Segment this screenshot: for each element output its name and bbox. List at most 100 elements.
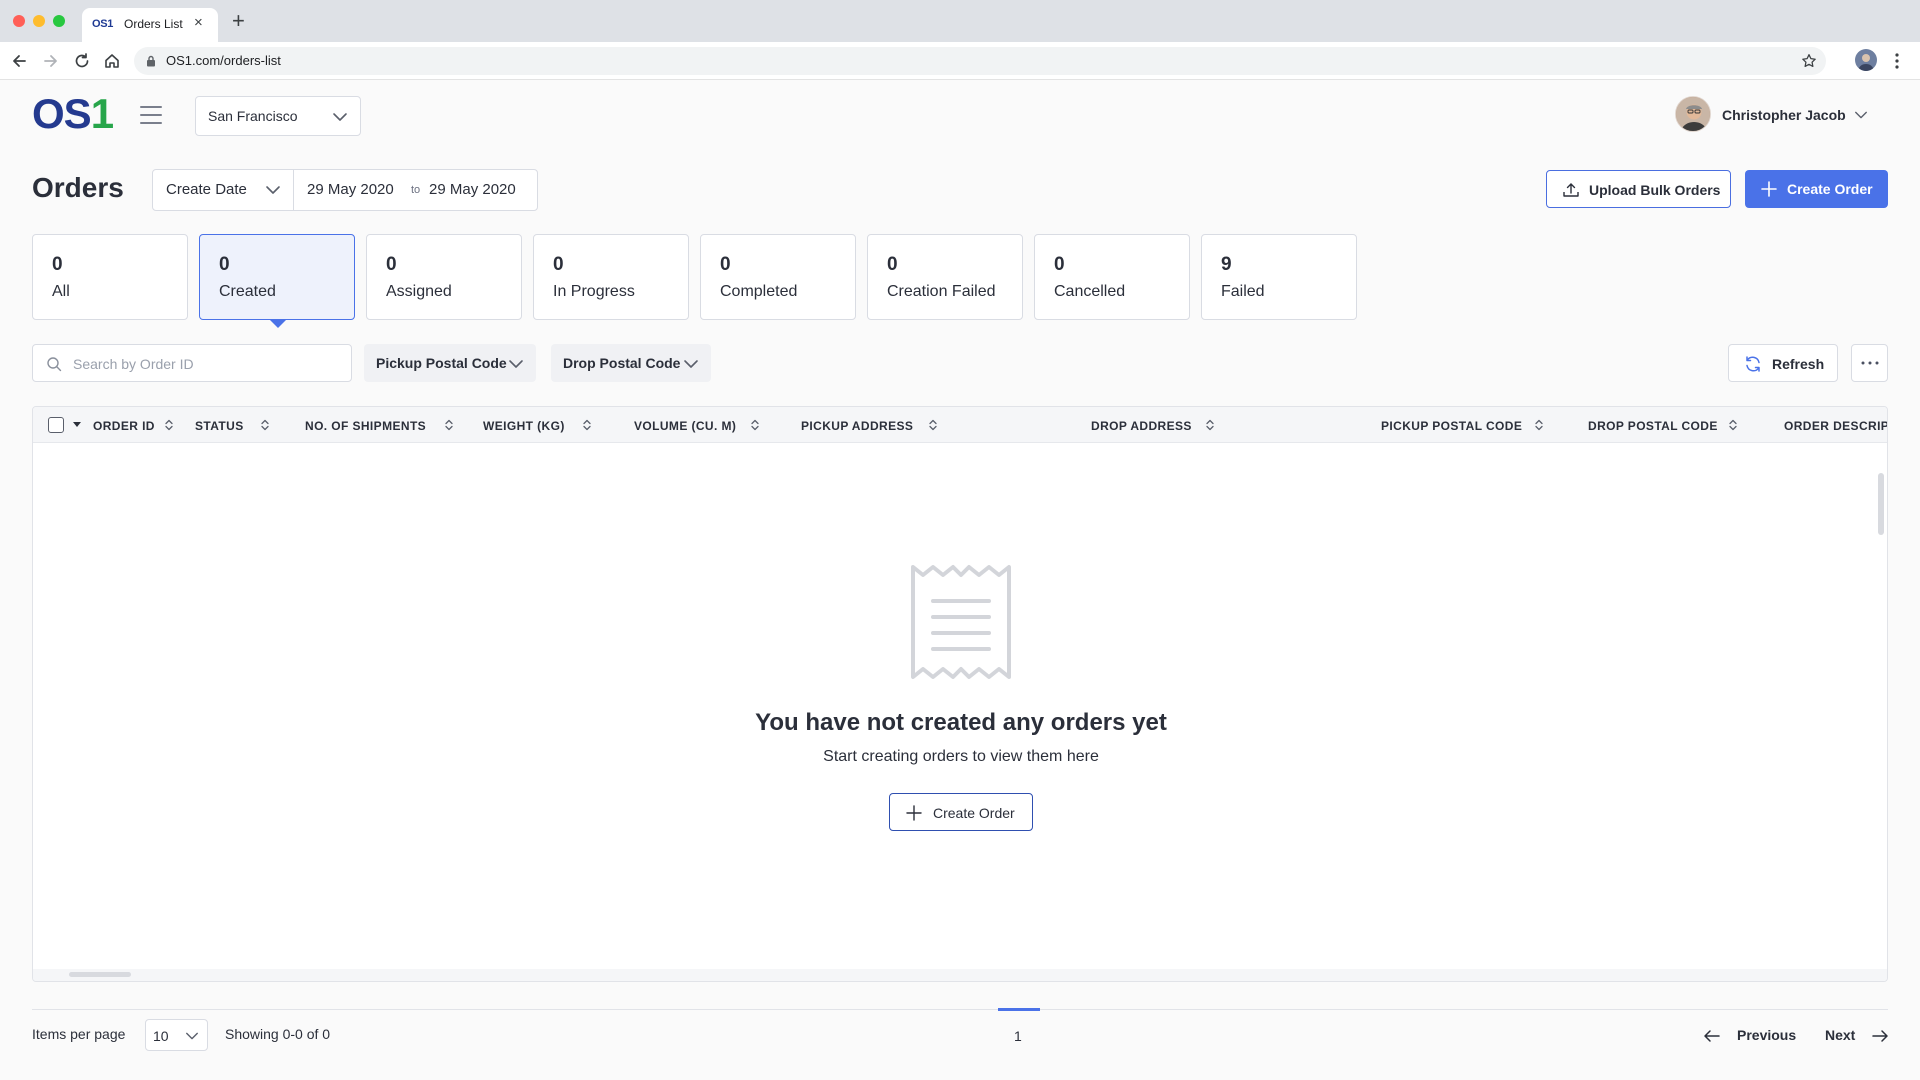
browser-menu-icon[interactable] — [1894, 51, 1900, 71]
date-from[interactable]: 29 May 2020 — [307, 181, 394, 198]
create-order-label: Create Order — [1787, 181, 1873, 197]
close-window-button[interactable] — [13, 15, 25, 27]
browser-tab[interactable]: OS1 Orders List × — [82, 8, 218, 42]
horizontal-scroll-track — [33, 969, 1887, 981]
user-menu-chevron-icon[interactable] — [1854, 108, 1868, 122]
empty-receipt-icon — [911, 565, 1011, 679]
table-header: ORDER ID STATUS NO. OF SHIPMENTS WEIGHT … — [33, 407, 1887, 443]
status-label: Created — [219, 283, 276, 300]
status-card-all[interactable]: 0 All — [32, 234, 188, 320]
status-card-created[interactable]: 0 Created — [199, 234, 355, 320]
active-page-indicator — [998, 1008, 1040, 1011]
sort-icon[interactable] — [928, 418, 938, 432]
status-card-completed[interactable]: 0 Completed — [700, 234, 856, 320]
sort-icon[interactable] — [164, 418, 174, 432]
search-input[interactable] — [73, 354, 343, 374]
search-icon — [47, 357, 62, 372]
sort-icon[interactable] — [750, 418, 760, 432]
plus-icon — [1761, 181, 1777, 197]
chevron-down-icon — [684, 360, 698, 368]
drop-postal-code-filter[interactable]: Drop Postal Code — [551, 344, 711, 382]
page-title: Orders — [32, 172, 124, 203]
empty-create-order-button[interactable]: Create Order — [889, 793, 1033, 831]
column-header-pickup-postal-code[interactable]: PICKUP POSTAL CODE — [1381, 419, 1522, 433]
items-per-page-value: 10 — [153, 1028, 169, 1044]
back-icon[interactable] — [10, 51, 30, 71]
tab-close-icon[interactable]: × — [194, 15, 203, 31]
status-card-assigned[interactable]: 0 Assigned — [366, 234, 522, 320]
more-horizontal-icon — [1861, 361, 1879, 365]
status-count: 0 — [52, 254, 63, 275]
vertical-scrollbar[interactable] — [1878, 473, 1884, 535]
column-header-status[interactable]: STATUS — [195, 419, 244, 433]
sort-icon[interactable] — [1205, 418, 1215, 432]
status-card-in-progress[interactable]: 0 In Progress — [533, 234, 689, 320]
select-options-caret-icon[interactable] — [73, 422, 81, 427]
drop-postal-code-label: Drop Postal Code — [563, 355, 681, 371]
horizontal-scrollbar[interactable] — [69, 972, 131, 977]
page-number-1[interactable]: 1 — [1014, 1028, 1022, 1044]
user-name[interactable]: Christopher Jacob — [1722, 107, 1846, 123]
user-avatar[interactable] — [1675, 96, 1711, 132]
address-bar[interactable]: OS1.com/orders-list — [134, 47, 1826, 75]
upload-bulk-orders-button[interactable]: Upload Bulk Orders — [1546, 170, 1731, 208]
status-count: 0 — [1054, 254, 1065, 275]
date-type-select[interactable]: Create Date — [153, 170, 294, 210]
orders-table: ORDER ID STATUS NO. OF SHIPMENTS WEIGHT … — [32, 406, 1888, 982]
reload-icon[interactable] — [72, 51, 92, 71]
status-label: Failed — [1221, 283, 1265, 300]
column-header-drop-address[interactable]: DROP ADDRESS — [1091, 419, 1192, 433]
plus-icon — [906, 805, 922, 821]
home-icon[interactable] — [102, 51, 122, 71]
status-count: 0 — [219, 254, 230, 275]
sort-icon[interactable] — [582, 418, 592, 432]
os1-logo[interactable]: OS1 — [32, 91, 114, 137]
showing-count: Showing 0-0 of 0 — [225, 1026, 331, 1042]
column-header-drop-postal-code[interactable]: DROP POSTAL CODE — [1588, 419, 1718, 433]
refresh-button[interactable]: Refresh — [1728, 344, 1838, 382]
url-text: OS1.com/orders-list — [166, 53, 281, 68]
status-card-cancelled[interactable]: 0 Cancelled — [1034, 234, 1190, 320]
status-count: 0 — [720, 254, 731, 275]
column-header-weight[interactable]: WEIGHT (KG) — [483, 419, 565, 433]
sort-icon[interactable] — [1728, 418, 1738, 432]
status-card-failed[interactable]: 9 Failed — [1201, 234, 1357, 320]
status-label: Creation Failed — [887, 283, 996, 300]
pickup-postal-code-filter[interactable]: Pickup Postal Code — [364, 344, 536, 382]
maximize-window-button[interactable] — [53, 15, 65, 27]
next-page-button[interactable]: Next — [1825, 1024, 1890, 1048]
status-count: 9 — [1221, 254, 1232, 275]
date-type-label: Create Date — [166, 181, 247, 198]
sort-icon[interactable] — [1534, 418, 1544, 432]
sort-icon[interactable] — [444, 418, 454, 432]
status-label: Assigned — [386, 283, 452, 300]
app-header: OS1 San Francisco Christopher Jacob — [0, 80, 1920, 152]
status-card-creation-failed[interactable]: 0 Creation Failed — [867, 234, 1023, 320]
items-per-page-select[interactable]: 10 — [145, 1019, 208, 1051]
column-header-volume[interactable]: VOLUME (CU. M) — [634, 419, 736, 433]
column-header-order-description[interactable]: ORDER DESCRIPT — [1784, 419, 1887, 433]
column-header-pickup-address[interactable]: PICKUP ADDRESS — [801, 419, 913, 433]
city-select[interactable]: San Francisco — [195, 96, 361, 136]
empty-create-order-label: Create Order — [933, 805, 1015, 821]
create-order-button[interactable]: Create Order — [1745, 170, 1888, 208]
bookmark-star-icon[interactable] — [1800, 52, 1818, 70]
tab-favicon: OS1 — [92, 18, 114, 30]
more-options-button[interactable] — [1851, 344, 1888, 382]
new-tab-icon[interactable]: + — [232, 10, 245, 32]
active-card-pointer — [269, 319, 287, 328]
arrow-right-icon — [1872, 1030, 1888, 1042]
city-select-value: San Francisco — [208, 108, 298, 124]
column-header-order-id[interactable]: ORDER ID — [93, 419, 155, 433]
minimize-window-button[interactable] — [33, 15, 45, 27]
previous-page-button[interactable]: Previous — [1703, 1024, 1796, 1048]
forward-icon[interactable] — [40, 51, 60, 71]
browser-profile-avatar[interactable] — [1855, 49, 1877, 71]
sort-icon[interactable] — [260, 418, 270, 432]
date-until[interactable]: 29 May 2020 — [429, 181, 516, 198]
status-label: All — [52, 283, 70, 300]
empty-state-title: You have not created any orders yet — [755, 709, 1167, 736]
hamburger-menu-icon[interactable] — [140, 106, 162, 124]
column-header-no-of-shipments[interactable]: NO. OF SHIPMENTS — [305, 419, 426, 433]
select-all-checkbox[interactable] — [48, 417, 64, 433]
